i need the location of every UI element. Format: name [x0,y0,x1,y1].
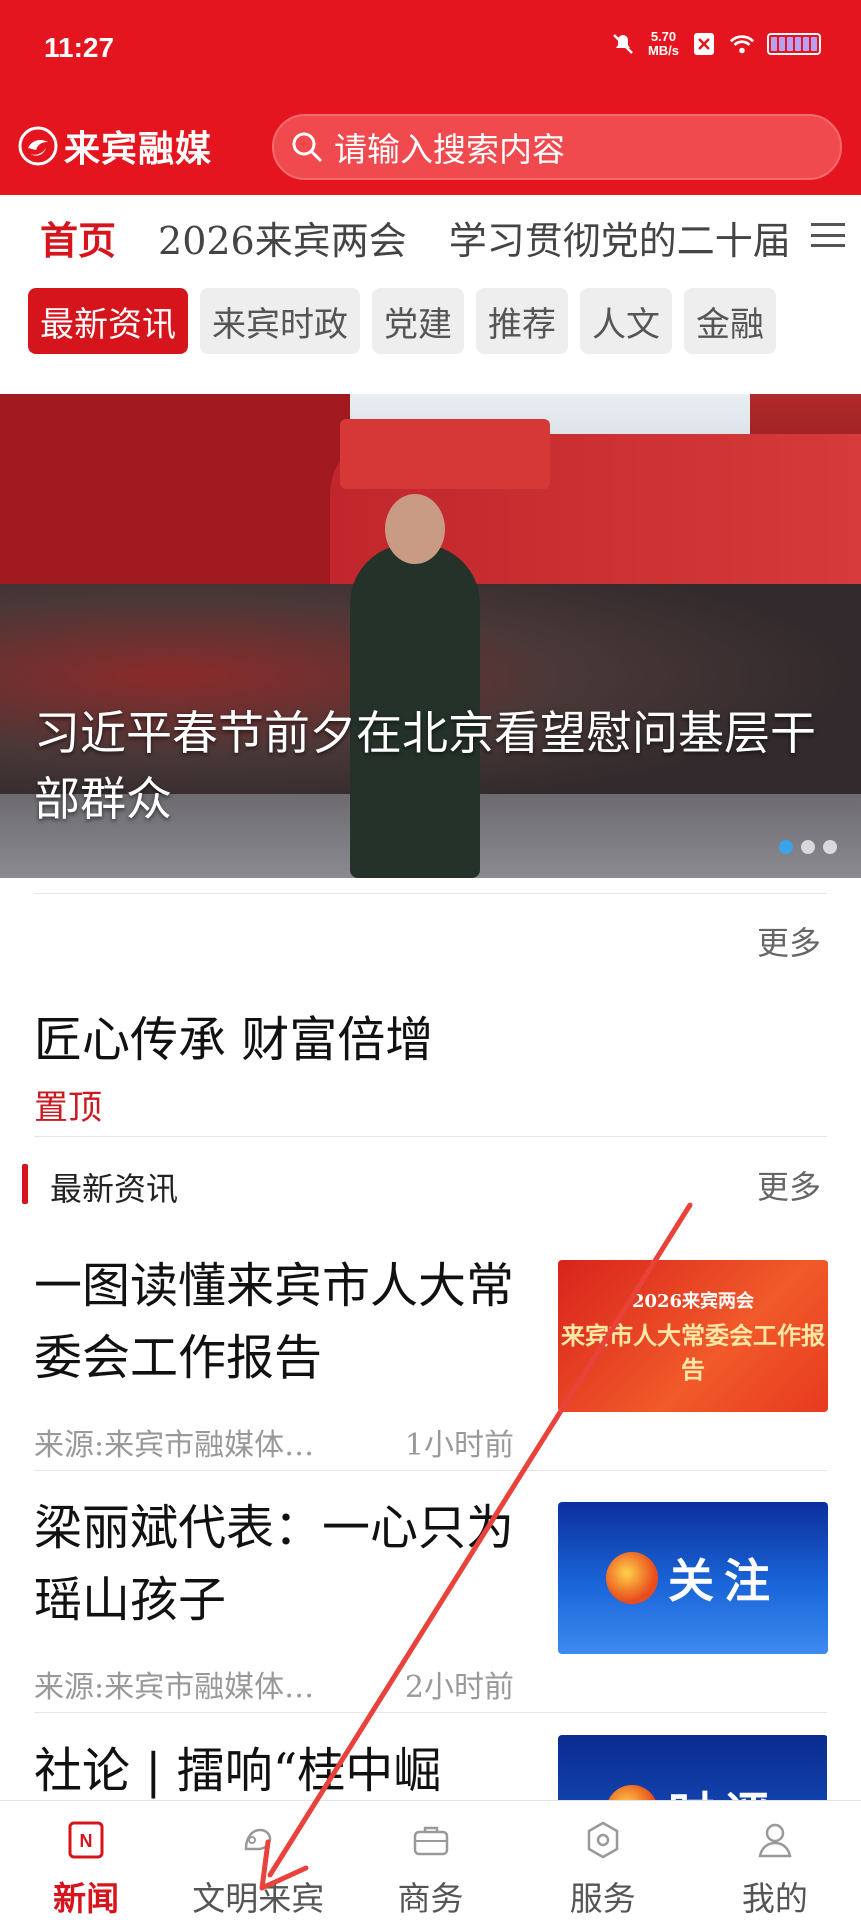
news-time: 1小时前 [404,1428,514,1463]
nav-label: 商务 [397,1879,464,1918]
wifi-icon [729,31,755,57]
news-meta: 来源:来宾市融媒体… 1小时前 [34,1420,514,1464]
thumbnail-caption: 来宾市人大常委会工作报告 [561,1321,825,1384]
channel-tab-lianghui[interactable]: 2026来宾两会 [158,210,407,265]
news-source: 来源:来宾市融媒体… [34,1670,315,1705]
subtabs: 最新资讯 来宾时政 党建 推荐 人文 金融 [28,288,776,354]
subtab-latest[interactable]: 最新资讯 [28,288,188,354]
thumbnail-logo-icon [606,1552,658,1604]
nav-item-profile[interactable]: 我的 [689,1801,861,1920]
news-thumbnail: 时评 [558,1735,827,1800]
news-title: 一图读懂来宾市人大常委会工作报告 [34,1258,515,1386]
channel-tab-study[interactable]: 学习贯彻党的二十届 [449,210,791,265]
bottom-nav: N 新闻 文明来宾 商务 服务 我的 [0,1800,861,1920]
channel-menu-icon[interactable] [811,220,845,250]
news-title: 社论 | 擂响“桂中崛 [34,1743,442,1799]
app-logo: 来宾融媒 [18,120,212,172]
news-title: 梁丽斌代表：一心只为瑶山孩子 [34,1500,515,1628]
thumbnail-text: 2026来宾两会 来宾市人大常委会工作报告 [558,1285,828,1387]
profile-icon [753,1819,797,1860]
divider [34,893,827,894]
briefcase-icon [409,1819,453,1860]
news-item[interactable]: 一图读懂来宾市人大常委会工作报告 来源:来宾市融媒体… 1小时前 2026来宾两… [34,1250,828,1490]
nav-item-business[interactable]: 商务 [344,1801,516,1920]
thumbnail-header: 2026来宾两会 [631,1291,755,1312]
banner-pagination [779,840,837,854]
banner-photo-sign [340,419,550,489]
divider [34,1712,827,1713]
channel-tabs: 首页 2026来宾两会 学习贯彻党的二十届 [0,195,861,280]
mute-icon [610,31,636,57]
civilization-icon [236,1819,280,1860]
section-title-latest: 最新资讯 [50,1170,179,1208]
network-speed-value: 5.70 [650,29,677,44]
news-source: 来源:来宾市融媒体… [34,1428,315,1463]
status-icons: 5.70 MB/s [610,30,821,58]
nav-item-service[interactable]: 服务 [517,1801,689,1920]
nav-label: 文明来宾 [192,1879,325,1918]
banner-photo-head [385,494,445,564]
news-thumbnail: 关注 [558,1502,828,1654]
search-bar[interactable]: 请输入搜索内容 [272,114,842,180]
subtab-recommend[interactable]: 推荐 [476,288,568,354]
sim-off-icon [691,31,717,57]
service-icon [581,1819,625,1860]
banner-photo-building [0,394,350,594]
banner-dot[interactable] [823,840,837,854]
thumbnail-caption: 关注 [668,1554,780,1608]
nav-label: 我的 [741,1879,808,1918]
nav-label: 服务 [569,1879,636,1918]
divider [34,1136,827,1137]
app-name: 来宾融媒 [64,128,213,170]
more-link-latest[interactable]: 更多 [757,1162,821,1208]
section-marker [22,1164,28,1204]
nav-label: 新闻 [53,1879,120,1918]
subtab-culture[interactable]: 人文 [580,288,672,354]
pinned-tag: 置顶 [34,1088,102,1128]
battery-icon [767,33,821,55]
subtab-politics[interactable]: 来宾时政 [200,288,360,354]
news-thumbnail: 2026来宾两会 来宾市人大常委会工作报告 [558,1260,828,1412]
search-placeholder: 请输入搜索内容 [334,130,565,169]
nav-item-news[interactable]: N 新闻 [0,1801,172,1920]
divider [34,1470,827,1471]
pinned-article-title[interactable]: 匠心传承 财富倍增 [34,1000,433,1070]
nav-item-civilization[interactable]: 文明来宾 [172,1801,344,1920]
thumbnail-caption: 时评 [668,1778,780,1800]
search-icon [292,132,323,163]
news-item[interactable]: 梁丽斌代表：一心只为瑶山孩子 来源:来宾市融媒体… 2小时前 关注 [34,1492,828,1732]
news-item[interactable]: 社论 | 擂响“桂中崛 时评 [34,1735,827,1800]
logo-mark-icon [18,126,58,166]
status-time: 11:27 [44,32,115,63]
subtab-finance[interactable]: 金融 [684,288,776,354]
svg-text:N: N [80,1831,93,1851]
network-speed-unit: MB/s [647,43,679,58]
channel-tab-home[interactable]: 首页 [40,210,116,265]
banner-dot[interactable] [779,840,793,854]
network-speed: 5.70 MB/s [648,30,679,58]
more-link-top[interactable]: 更多 [757,918,821,964]
news-meta: 来源:来宾市融媒体… 2小时前 [34,1662,514,1706]
banner-title[interactable]: 习近平春节前夕在北京看望慰问基层干部群众 [34,700,824,832]
banner-dot[interactable] [801,840,815,854]
news-icon: N [64,1819,108,1860]
news-time: 2小时前 [404,1670,514,1705]
subtab-party[interactable]: 党建 [372,288,464,354]
thumbnail-logo-icon [606,1785,658,1800]
app-header: 11:27 5.70 MB/s 来宾融媒 请输入搜索内容 [0,0,861,195]
